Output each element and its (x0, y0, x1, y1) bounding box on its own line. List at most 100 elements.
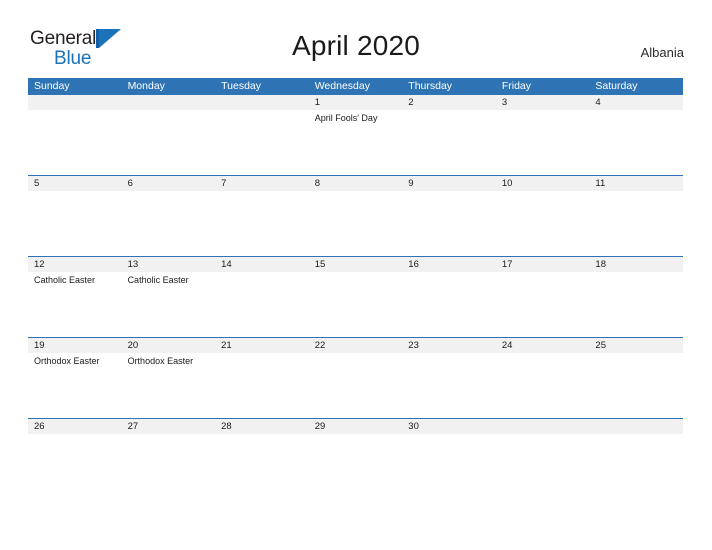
day-number: 2 (402, 95, 496, 110)
day-number: 15 (308, 257, 403, 272)
weekday-header-wednesday: Wednesday (314, 80, 370, 92)
day-events (496, 353, 590, 355)
calendar-day-cell[interactable]: 9 (402, 176, 496, 256)
day-events: Catholic Easter (122, 272, 216, 286)
day-number: 23 (402, 338, 496, 353)
holiday-event-label: Catholic Easter (127, 275, 189, 285)
day-number (495, 419, 590, 434)
calendar-day-cell[interactable]: 30 (402, 419, 496, 499)
calendar-day-cell[interactable]: 15 (308, 257, 403, 337)
day-number: 8 (308, 176, 403, 191)
calendar-day-cell[interactable]: 1 April Fools' Day (308, 95, 403, 175)
calendar-day-cell[interactable]: 26 (28, 419, 122, 499)
calendar-day-cell[interactable]: 12 Catholic Easter (28, 257, 122, 337)
day-events: Orthodox Easter (28, 353, 122, 367)
calendar-day-cell-empty (589, 419, 683, 499)
day-number: 12 (28, 257, 122, 272)
week-days: 12 Catholic Easter 13 Catholic Easter 14 15 16… (28, 257, 683, 337)
calendar-day-cell[interactable]: 5 (28, 176, 122, 256)
holiday-event-label: Orthodox Easter (127, 356, 194, 366)
calendar-day-cell[interactable]: 3 (495, 95, 590, 175)
day-events: Orthodox Easter (122, 353, 216, 367)
day-number: 3 (495, 95, 590, 110)
weekday-header-monday: Monday (127, 80, 165, 92)
day-events (28, 191, 122, 193)
calendar-day-cell[interactable]: 24 (495, 338, 590, 418)
page-header: General Blue April 2020 Albania (0, 0, 712, 68)
day-number: 14 (215, 257, 309, 272)
calendar-day-cell[interactable]: 16 (402, 257, 496, 337)
holiday-event-label: Orthodox Easter (34, 356, 100, 366)
day-number: 26 (28, 419, 122, 434)
day-number: 9 (402, 176, 496, 191)
calendar-day-cell[interactable]: 25 (589, 338, 683, 418)
day-number: 17 (495, 257, 590, 272)
day-events (589, 191, 683, 193)
day-events (589, 110, 683, 112)
weekday-header-friday: Friday (501, 80, 532, 92)
calendar-day-cell[interactable]: 18 (589, 257, 683, 337)
calendar-day-cell[interactable]: 8 (308, 176, 403, 256)
weekday-header-saturday: Saturday (595, 80, 638, 92)
calendar-day-cell[interactable]: 4 (589, 95, 683, 175)
day-number: 10 (495, 176, 590, 191)
holiday-event-label: Catholic Easter (34, 275, 96, 285)
calendar-day-cell[interactable]: 10 (495, 176, 590, 256)
day-number: 16 (402, 257, 496, 272)
calendar-day-cell[interactable]: 27 (121, 419, 216, 499)
calendar-day-cell[interactable]: 22 (308, 338, 403, 418)
day-events (589, 272, 683, 274)
calendar-day-cell-empty (28, 95, 122, 175)
calendar-day-cell[interactable]: 28 (215, 419, 309, 499)
day-events (496, 110, 590, 112)
day-events (215, 434, 309, 436)
calendar-day-cell[interactable]: 11 (589, 176, 683, 256)
calendar-day-cell[interactable]: 20 Orthodox Easter (121, 338, 216, 418)
calendar-day-cell[interactable]: 19 Orthodox Easter (28, 338, 122, 418)
day-events (402, 353, 496, 355)
day-number: 19 (28, 338, 122, 353)
day-number: 28 (215, 419, 309, 434)
day-events (122, 110, 216, 112)
calendar-day-cell[interactable]: 23 (402, 338, 496, 418)
calendar-day-cell[interactable]: 17 (495, 257, 590, 337)
calendar-day-cell[interactable]: 7 (215, 176, 309, 256)
calendar-day-cell[interactable]: 29 (308, 419, 403, 499)
calendar-week-row: 5 6 7 8 9 10 11 (28, 175, 683, 256)
calendar-day-cell[interactable]: 21 (215, 338, 309, 418)
week-days: 1 April Fools' Day 2 3 4 (28, 95, 683, 175)
day-number: 21 (215, 338, 309, 353)
day-events (122, 434, 216, 436)
day-events (589, 353, 683, 355)
day-number: 11 (589, 176, 683, 191)
calendar-week-row: 1 April Fools' Day 2 3 4 (28, 95, 683, 175)
day-events (589, 434, 683, 436)
calendar-day-cell[interactable]: 6 (121, 176, 216, 256)
day-number: 27 (121, 419, 216, 434)
week-days: 19 Orthodox Easter 20 Orthodox Easter 21 22 23… (28, 338, 683, 418)
weekday-header-tuesday: Tuesday (221, 80, 262, 92)
calendar-page: General Blue April 2020 Albania Sunday Mo… (0, 0, 712, 550)
calendar-day-cell[interactable]: 13 Catholic Easter (121, 257, 216, 337)
day-events (402, 434, 496, 436)
day-events (215, 191, 309, 193)
calendar-day-cell[interactable]: 14 (215, 257, 309, 337)
day-number: 6 (121, 176, 216, 191)
day-number: 18 (589, 257, 683, 272)
day-number: 29 (308, 419, 403, 434)
day-events (309, 272, 403, 274)
day-events (309, 191, 403, 193)
day-number: 30 (402, 419, 496, 434)
day-number: 13 (121, 257, 216, 272)
calendar-week-row: 19 Orthodox Easter 20 Orthodox Easter 21 22 23… (28, 337, 683, 418)
day-number: 7 (215, 176, 309, 191)
weekday-header-row: Sunday Monday Tuesday Wednesday Thursday Frid… (28, 78, 683, 95)
day-events (28, 110, 122, 112)
day-events: Catholic Easter (28, 272, 122, 286)
weekday-header-thursday: Thursday (408, 80, 453, 92)
day-events (402, 110, 496, 112)
day-events (215, 272, 309, 274)
weekday-header-sunday: Sunday (34, 80, 70, 92)
calendar-day-cell[interactable]: 2 (402, 95, 496, 175)
calendar-day-cell-empty (495, 419, 590, 499)
